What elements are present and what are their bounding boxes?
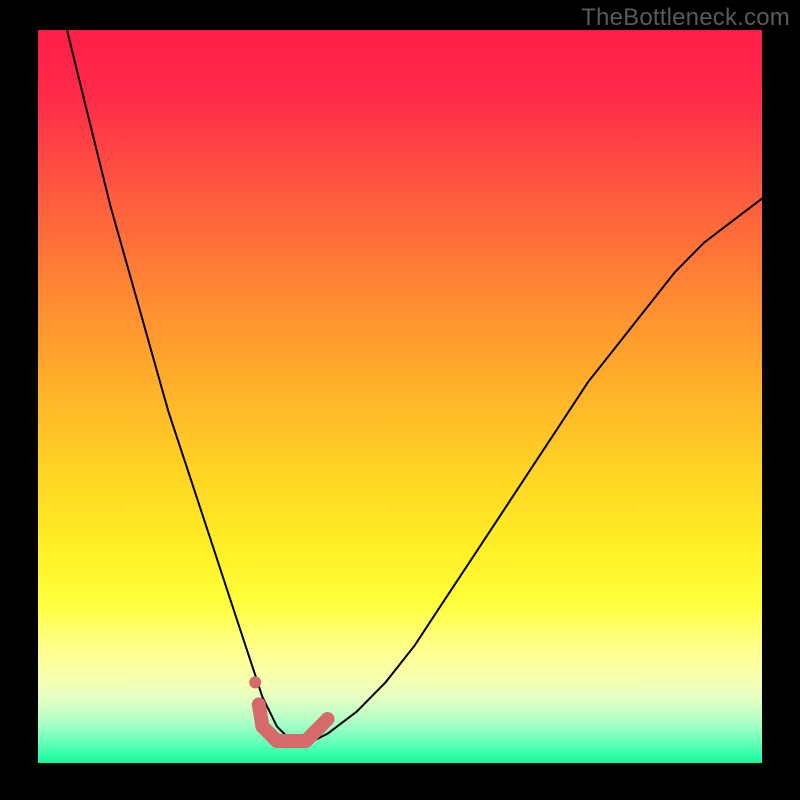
highlight-dot [249, 676, 261, 688]
bottleneck-curve [67, 30, 762, 741]
curve-svg [38, 30, 762, 763]
watermark-text: TheBottleneck.com [581, 4, 790, 32]
plot-area [38, 30, 762, 763]
chart-frame: TheBottleneck.com [0, 0, 800, 800]
